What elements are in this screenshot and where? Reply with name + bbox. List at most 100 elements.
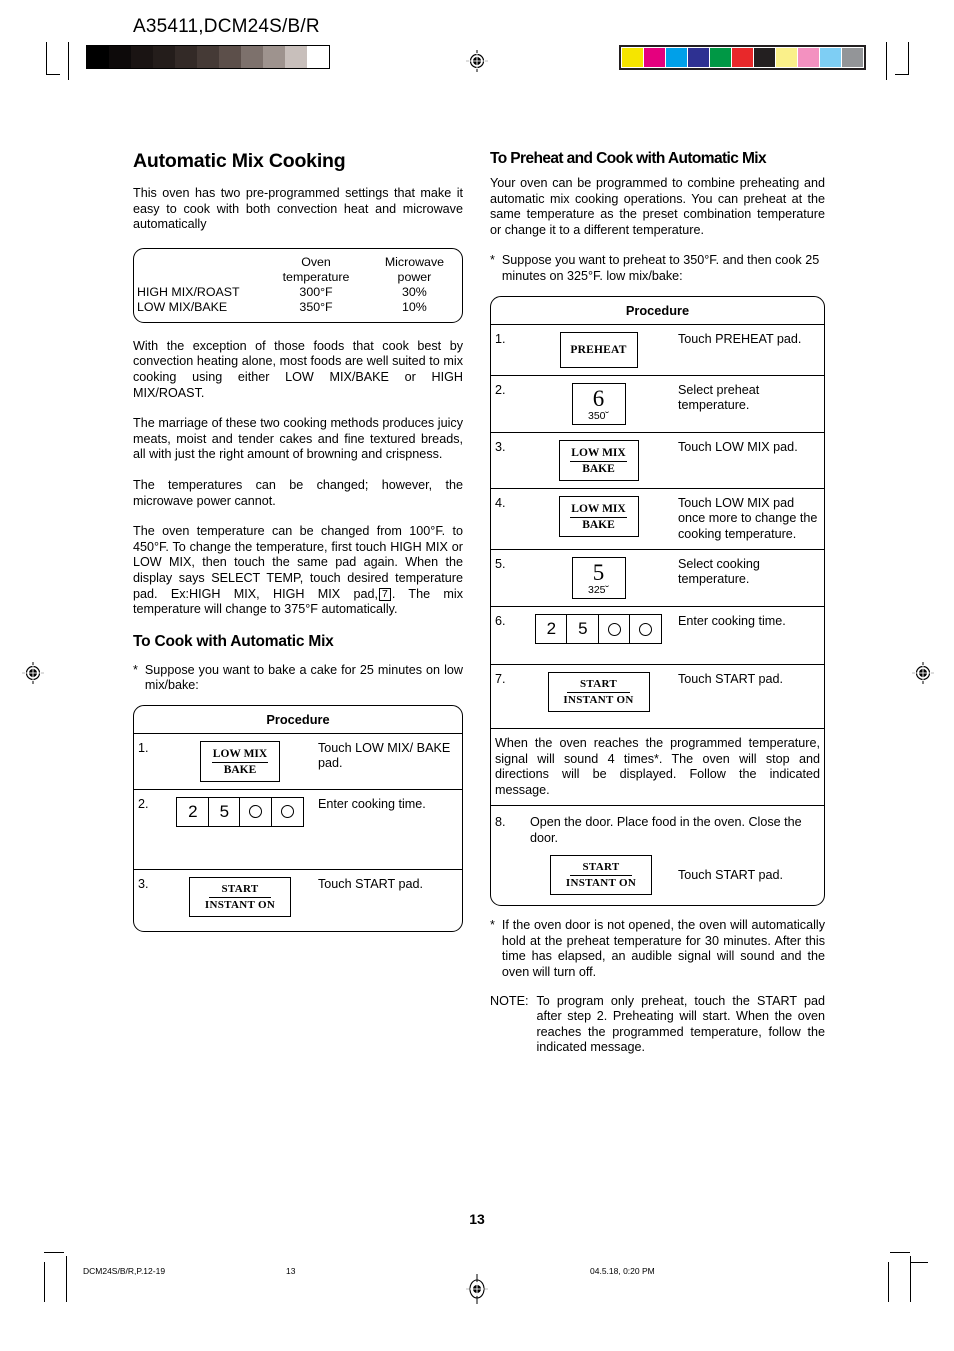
gray-swatch-10 — [307, 46, 329, 68]
oven-pad-temp-5[interactable]: 5 325˘ — [571, 556, 626, 600]
pad-big-number: 5 — [592, 559, 605, 585]
spec-table-row: LOW MIX/BAKE 350°F 10% — [134, 300, 462, 322]
spec-head-mw-line1: Microwave — [384, 254, 445, 269]
intro-paragraph-right: Your oven can be programmed to combine p… — [490, 176, 825, 237]
color-swatch-1 — [644, 48, 665, 67]
oven-pad-low-mix-bake[interactable]: LOW MIX BAKE — [558, 440, 639, 482]
step-number: 6. — [491, 606, 523, 665]
color-swatch-2 — [666, 48, 687, 67]
paragraph-oven-temp-range: The oven temperature can be changed from… — [133, 524, 463, 618]
crop-mark-tl-v2 — [68, 42, 69, 80]
document-code: A35411,DCM24S/B/R — [133, 16, 320, 37]
print-footer: DCM24S/B/R,P.12-19 13 04.5.18, 0:20 PM — [0, 1266, 954, 1306]
procedure-header-label: Procedure — [266, 711, 330, 727]
oven-pad-low-mix-bake[interactable]: LOW MIX BAKE — [200, 740, 280, 782]
step-pad-cell: 2 5 — [166, 788, 314, 870]
procedure-step-row: 3. START INSTANT ON Touch START pad. — [134, 868, 462, 931]
gray-swatch-5 — [197, 46, 219, 68]
color-swatch-9 — [820, 48, 841, 67]
spec-row-mw-power: 30% — [402, 284, 427, 299]
keypad-key-circle[interactable] — [597, 614, 631, 645]
crop-mark-br-h — [890, 1252, 910, 1253]
color-swatch-10 — [842, 48, 863, 67]
circle-icon — [249, 805, 263, 819]
keypad-key-5[interactable]: 5 — [566, 614, 600, 645]
pad-label-top: START — [208, 883, 272, 898]
keypad-key-2[interactable]: 2 — [176, 796, 210, 827]
crop-mark-tr-v2 — [886, 42, 887, 80]
color-swatch-5 — [732, 48, 753, 67]
spec-row-label: HIGH MIX/ROAST — [137, 284, 240, 299]
paragraph-temperatures: The temperatures can be changed; however… — [133, 477, 463, 508]
step-number: 2. — [134, 788, 166, 870]
oven-pad-low-mix-bake[interactable]: LOW MIX BAKE — [558, 496, 639, 538]
procedure-step-row: 7. START INSTANT ON Touch START pad. — [491, 664, 824, 729]
numeric-keypad[interactable]: 2 5 — [176, 796, 304, 827]
step8-pad-row: START INSTANT ON Touch START pad. — [527, 855, 820, 896]
asterisk-marker: * — [490, 253, 495, 268]
step-number: 1. — [491, 323, 523, 376]
gray-swatch-0 — [87, 46, 109, 68]
example-note-right: * Suppose you want to preheat to 350°F. … — [490, 253, 825, 284]
gray-swatch-4 — [175, 46, 197, 68]
procedure-header-row: Procedure — [134, 706, 462, 734]
procedure-step-row: 1. PREHEAT Touch PREHEAT pad. — [491, 323, 824, 376]
oven-pad-temp-6[interactable]: 6 350˘ — [571, 382, 626, 426]
registration-mark-top — [466, 50, 488, 72]
circle-icon — [607, 622, 621, 636]
spec-row-oven-temp: 300°F — [299, 284, 333, 299]
gray-swatch-6 — [219, 46, 241, 68]
page-number: 13 — [469, 1211, 485, 1227]
keypad-key-circle[interactable] — [239, 796, 273, 827]
keypad-key-circle[interactable] — [629, 614, 663, 645]
pad-big-number: 6 — [592, 385, 605, 411]
spec-table-subheader-row: temperature power — [134, 270, 462, 285]
pad-label-bottom: BAKE — [582, 519, 615, 532]
pad-label-bottom: INSTANT ON — [204, 898, 276, 911]
footer-timestamp: 04.5.18, 0:20 PM — [590, 1266, 655, 1276]
spec-row-label: LOW MIX/BAKE — [137, 299, 228, 314]
step-description: Select preheat temperature. — [674, 374, 824, 433]
step-description: Touch LOW MIX/ BAKE pad. — [314, 732, 462, 790]
step8-text: Open the door. Place food in the oven. C… — [530, 815, 802, 845]
intro-paragraph: This oven has two pre-programmed setting… — [133, 186, 463, 232]
step-description: Touch START pad. — [314, 868, 462, 931]
numeric-keypad[interactable]: 2 5 — [534, 614, 663, 645]
example-note-left: * Suppose you want to bake a cake for 25… — [133, 663, 463, 694]
pad-temperature-label: 350˘ — [587, 409, 609, 422]
pad-label-top: LOW MIX — [570, 447, 627, 463]
circle-icon — [639, 622, 653, 636]
step-pad-cell: 2 5 — [523, 606, 674, 665]
color-swatch-0 — [622, 48, 643, 67]
pad-label-bottom: BAKE — [582, 463, 615, 476]
step-pad-cell: START INSTANT ON — [166, 868, 314, 931]
oven-pad-start-instant-on[interactable]: START INSTANT ON — [189, 876, 291, 917]
oven-pad-start-instant-on[interactable]: START INSTANT ON — [547, 672, 650, 713]
step8-cell: Open the door. Place food in the oven. C… — [523, 805, 824, 906]
registration-mark-right — [912, 662, 934, 684]
keypad-key-2[interactable]: 2 — [534, 614, 568, 645]
gray-swatch-2 — [131, 46, 153, 68]
paragraph-exception: With the exception of those foods that c… — [133, 338, 463, 400]
step-number: 2. — [491, 374, 523, 433]
color-swatch-6 — [754, 48, 775, 67]
pad-label-top: LOW MIX — [570, 503, 627, 519]
registration-mark-left — [22, 662, 44, 684]
step-number: 8. — [491, 805, 523, 906]
keypad-key-circle[interactable] — [270, 796, 304, 827]
spec-head-mw-line2: power — [397, 269, 432, 284]
step-description: Touch LOW MIX pad. — [674, 432, 824, 489]
right-column: To Preheat and Cook with Automatic Mix Y… — [490, 150, 825, 1056]
crop-mark-tr-h — [895, 74, 909, 75]
oven-pad-start-instant-on[interactable]: START INSTANT ON — [550, 855, 652, 896]
keypad-key-5[interactable]: 5 — [207, 796, 241, 827]
left-column: Automatic Mix Cooking This oven has two … — [133, 150, 463, 932]
note-text: To program only preheat, touch the START… — [536, 993, 825, 1055]
oven-pad-preheat[interactable]: PREHEAT — [559, 331, 638, 368]
procedure-step-row: 1. LOW MIX BAKE Touch LOW MIX/ BAKE pad. — [134, 732, 462, 790]
spec-row-oven-temp: 350°F — [299, 299, 333, 314]
color-swatch-3 — [688, 48, 709, 67]
step-pad-cell: LOW MIX BAKE — [523, 488, 674, 550]
asterisk-marker: * — [133, 662, 138, 677]
pad-label-bottom: INSTANT ON — [565, 877, 637, 890]
